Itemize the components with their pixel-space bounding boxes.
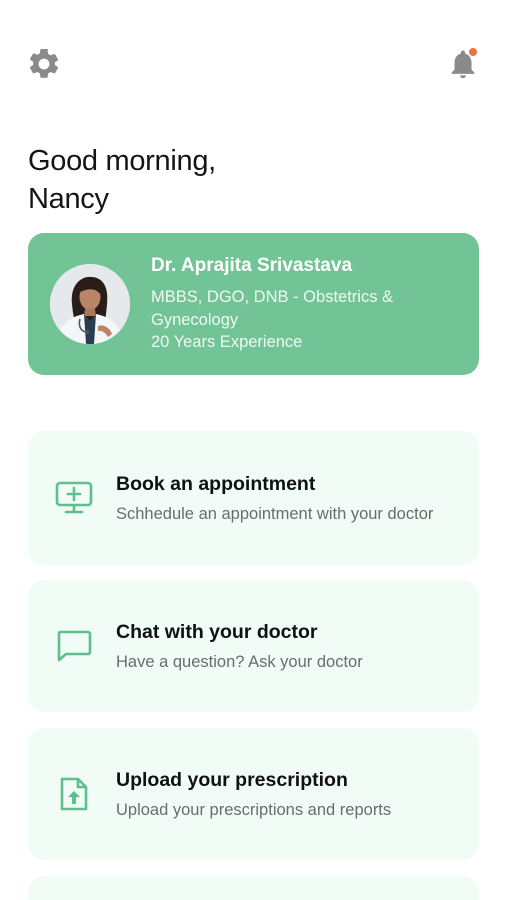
action-subtitle: Schhedule an appointment with your docto…	[116, 504, 434, 523]
upload-prescription-text: Upload your prescription Upload your pre…	[116, 767, 459, 822]
top-bar	[0, 0, 507, 110]
action-title: Chat with your doctor	[116, 620, 318, 643]
book-appointment-card[interactable]: Book an appointment Schhedule an appoint…	[28, 431, 479, 565]
chat-bubble-icon	[54, 626, 94, 666]
action-title: Book an appointment	[116, 472, 316, 495]
greeting-text: Good morning,	[28, 145, 216, 177]
action-subtitle: Have a question? Ask your doctor	[116, 652, 363, 671]
settings-button[interactable]	[24, 44, 64, 84]
gear-icon	[29, 48, 59, 78]
chat-doctor-text: Chat with your doctor Have a question? A…	[116, 619, 459, 674]
file-upload-icon	[54, 774, 94, 814]
monitor-plus-icon	[54, 478, 94, 518]
action-subtitle: Upload your prescriptions and reports	[116, 800, 392, 819]
book-appointment-text: Book an appointment Schhedule an appoint…	[116, 471, 459, 526]
doctor-info: Dr. Aprajita Srivastava MBBS, DGO, DNB -…	[151, 254, 441, 354]
greeting: Good morning, Nancy	[28, 142, 216, 218]
chat-doctor-card[interactable]: Chat with your doctor Have a question? A…	[28, 580, 479, 712]
doctor-name: Dr. Aprajita Srivastava	[151, 255, 353, 277]
next-action-card[interactable]	[28, 876, 479, 900]
action-title: Upload your prescription	[116, 768, 348, 791]
doctor-card[interactable]: Dr. Aprajita Srivastava MBBS, DGO, DNB -…	[28, 233, 479, 375]
user-name: Nancy	[28, 183, 109, 215]
doctor-qualification: MBBS, DGO, DNB - Obstetrics & Gynecology	[151, 288, 394, 329]
doctor-avatar	[50, 264, 130, 344]
notification-badge	[469, 48, 477, 56]
upload-prescription-card[interactable]: Upload your prescription Upload your pre…	[28, 728, 479, 860]
doctor-experience: 20 Years Experience	[151, 333, 303, 352]
notifications-button[interactable]	[443, 44, 483, 84]
